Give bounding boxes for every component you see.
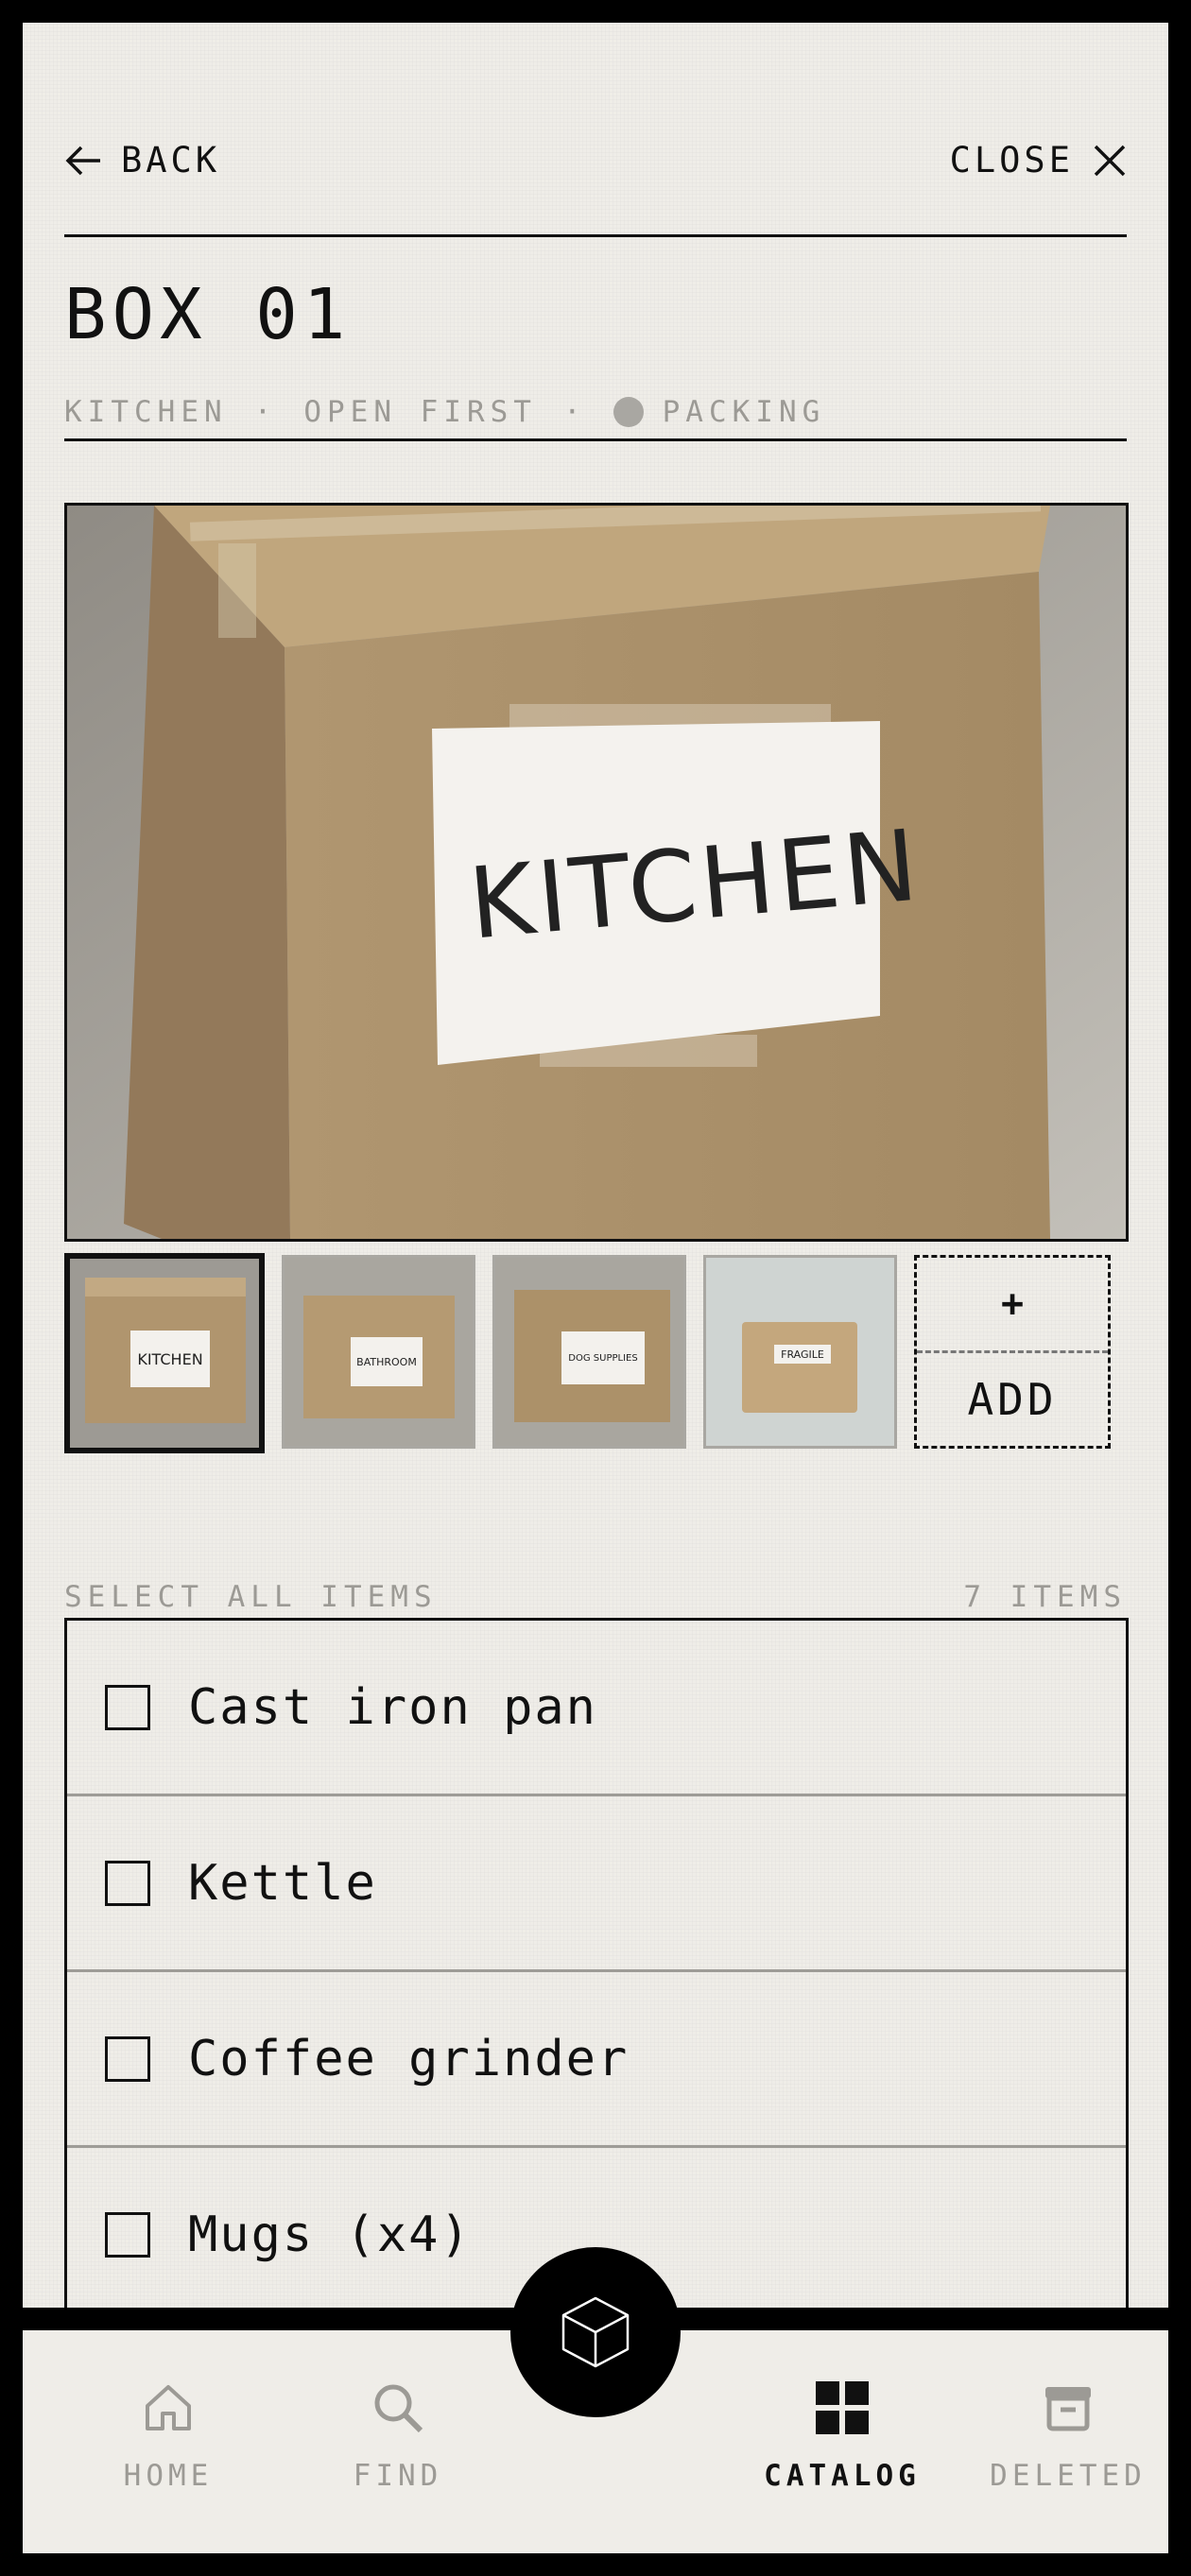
box-photo: KITCHEN: [64, 503, 1129, 1242]
divider: [64, 438, 1127, 441]
status-dot-icon: [613, 397, 644, 427]
item-checkbox[interactable]: [105, 1860, 150, 1906]
new-box-button[interactable]: [510, 2247, 681, 2417]
item-checkbox[interactable]: [105, 2035, 150, 2082]
tab-catalog[interactable]: CATALOG: [748, 2381, 937, 2493]
add-photo-button[interactable]: + ADD: [914, 1255, 1111, 1449]
archive-icon: [1045, 2387, 1091, 2431]
thumbnail-bathroom[interactable]: BATHROOM: [282, 1255, 475, 1449]
priority-label: OPEN FIRST: [303, 395, 537, 429]
arrow-left-icon: [65, 146, 100, 175]
close-button[interactable]: CLOSE: [950, 140, 1127, 180]
tab-label: HOME: [123, 2459, 214, 2493]
thumbnail-fragile[interactable]: FRAGILE: [703, 1255, 897, 1449]
meta-separator: ·: [253, 395, 278, 429]
list-item[interactable]: Coffee grinder: [67, 1972, 1126, 2148]
meta-separator: ·: [562, 395, 587, 429]
tab-label: DELETED: [990, 2459, 1147, 2493]
list-item[interactable]: Kettle: [67, 1796, 1126, 1972]
room-label: KITCHEN: [64, 395, 228, 429]
grid-icon: [816, 2381, 869, 2434]
divider: [64, 234, 1127, 237]
thumbnail-label: FRAGILE: [774, 1345, 831, 1364]
item-count: 7 ITEMS: [963, 1580, 1127, 1614]
item-checkbox[interactable]: [105, 1684, 150, 1730]
thumbnail-label: KITCHEN: [130, 1331, 210, 1387]
plus-icon: +: [917, 1258, 1108, 1353]
screen: BACK CLOSE BOX 01 KITCHEN · OPEN FIRST ·…: [23, 23, 1168, 2553]
select-all-button[interactable]: SELECT ALL ITEMS: [64, 1580, 438, 1614]
page-title: BOX 01: [64, 274, 352, 355]
close-label: CLOSE: [949, 140, 1074, 180]
thumbnail-label: DOG SUPPLIES: [561, 1331, 645, 1384]
photo-thumbnails: KITCHEN BATHROOM DOG SUPPLIES FRAGILE + …: [64, 1253, 1111, 1453]
thumbnail-label: BATHROOM: [351, 1337, 423, 1386]
home-icon: [146, 2385, 191, 2430]
item-list: Cast iron pan Kettle Coffee grinder Mugs…: [64, 1618, 1129, 2324]
thumbnail-kitchen[interactable]: KITCHEN: [64, 1253, 265, 1453]
thumbnail-dog-supplies[interactable]: DOG SUPPLIES: [492, 1255, 686, 1449]
box-meta: KITCHEN · OPEN FIRST · PACKING: [64, 395, 825, 429]
search-icon: [374, 2384, 423, 2433]
item-label: Kettle: [188, 1854, 377, 1912]
tab-label: CATALOG: [764, 2459, 921, 2493]
close-icon: [1094, 145, 1126, 176]
add-label: ADD: [967, 1374, 1058, 1425]
tab-label: FIND: [353, 2459, 443, 2493]
tab-find[interactable]: FIND: [303, 2381, 492, 2493]
cube-icon: [561, 2296, 630, 2368]
item-label: Coffee grinder: [188, 2030, 630, 2087]
back-button[interactable]: BACK: [64, 140, 220, 180]
item-checkbox[interactable]: [105, 2211, 150, 2258]
item-label: Mugs (x4): [188, 2206, 472, 2263]
list-item[interactable]: Cast iron pan: [67, 1621, 1126, 1796]
back-label: BACK: [121, 140, 221, 180]
item-label: Cast iron pan: [188, 1678, 597, 1736]
tab-deleted[interactable]: DELETED: [974, 2381, 1163, 2493]
status-badge: PACKING: [662, 395, 826, 429]
tab-home[interactable]: HOME: [74, 2381, 263, 2493]
